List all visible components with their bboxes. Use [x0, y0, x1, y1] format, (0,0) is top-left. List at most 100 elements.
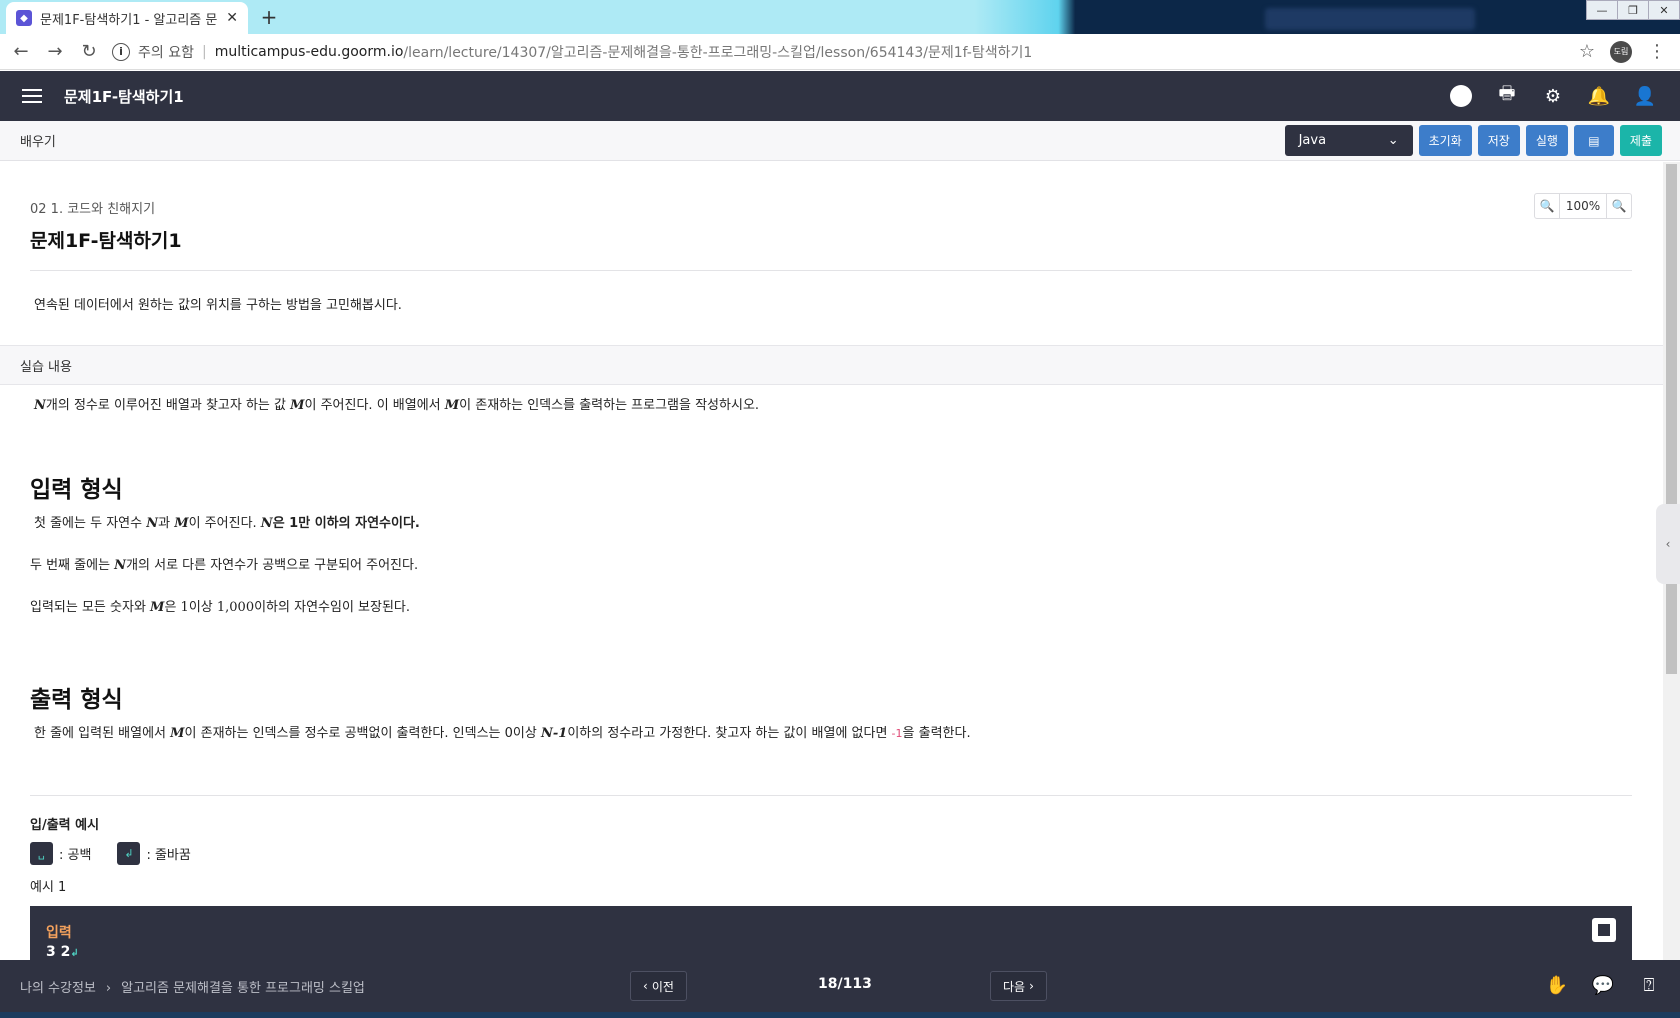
header-icons: i 🖶 ⚙ 🔔 👤 [1450, 71, 1656, 121]
window-controls: — ❐ ✕ [1586, 0, 1680, 20]
scrollbar-thumb[interactable] [1666, 164, 1677, 674]
input-text: 은 [164, 600, 181, 615]
new-tab-button[interactable]: + [256, 6, 282, 30]
panel-button[interactable]: ▤ [1573, 125, 1614, 156]
legend-newline: : 줄바꿈 [146, 848, 191, 863]
os-taskbar [0, 1012, 1680, 1018]
save-button[interactable]: 저장 [1477, 125, 1520, 156]
problem-statement: N개의 정수로 이루어진 배열과 찾고자 하는 값 M이 주어진다. 이 배열에… [34, 394, 759, 413]
language-value: Java [1298, 133, 1327, 148]
input-text: 과 [158, 516, 175, 531]
browser-tab[interactable]: ◆ 문제1F-탐색하기1 - 알고리즘 문 ✕ [6, 2, 248, 34]
user-icon[interactable]: 👤 [1634, 85, 1656, 107]
language-select[interactable]: Java ⌄ [1284, 125, 1413, 156]
input-bold-text: 은 1만 이하의 자연수이다. [272, 516, 420, 531]
output-line: 한 줄에 입력된 배열에서 M이 존재하는 인덱스를 정수로 공백없이 출력한다… [34, 722, 971, 741]
math-m: M [174, 516, 189, 531]
divider [30, 270, 1632, 271]
example-input-box: 입력 3 2↲ [30, 906, 1632, 960]
browser-tab-title: 문제1F-탐색하기1 - 알고리즘 문 [40, 12, 218, 28]
footer-icons: ✋ 💬 ⍰ [1546, 974, 1660, 996]
footer-crumb-mycourses[interactable]: 나의 수강정보 [20, 981, 96, 996]
close-tab-icon[interactable]: ✕ [226, 10, 238, 26]
chevron-left-icon: ‹ [1665, 537, 1671, 551]
profile-avatar[interactable]: 도림 [1610, 40, 1632, 63]
side-panel-toggle[interactable]: ‹ [1656, 504, 1680, 584]
app-title: 문제1F-탐색하기1 [64, 87, 184, 106]
footer-bar: 나의 수강정보 › 알고리즘 문제해결을 통한 프로그래밍 스킬업 ‹ 이전 18/1… [0, 960, 1680, 1012]
prev-button[interactable]: ‹ 이전 [630, 971, 687, 1001]
reload-icon[interactable]: ↻ [76, 39, 102, 65]
footer-crumb-course[interactable]: 알고리즘 문제해결을 통한 프로그래밍 스킬업 [121, 981, 365, 996]
minimize-icon[interactable]: — [1586, 0, 1618, 20]
example-label: 예시 1 [30, 880, 67, 895]
output-text: 이 존재하는 인덱스를 정수로 공백없이 출력한다. 인덱스는 [184, 726, 505, 741]
legend-space: : 공백 [59, 848, 92, 863]
copy-icon[interactable] [1592, 918, 1616, 942]
qa-icon[interactable]: ⍰ [1638, 974, 1660, 996]
math-m: M [170, 726, 185, 741]
submit-button[interactable]: 제출 [1619, 125, 1662, 156]
lesson-title: 문제1F-탐색하기1 [30, 230, 182, 252]
inline-code-negative-one: -1 [891, 727, 903, 740]
learn-label: 배우기 [20, 135, 56, 150]
io-example-label: 입/출력 예시 [30, 818, 100, 833]
output-text: 이하의 정수라고 가정한다. 찾고자 하는 값이 배열에 없다면 [567, 726, 892, 741]
output-number: 0 [504, 726, 513, 741]
url-host: multicampus-edu.goorm.io [214, 43, 404, 60]
menu-icon[interactable] [22, 89, 42, 103]
divider [30, 795, 1632, 796]
chat-icon[interactable]: 💬 [1592, 974, 1614, 996]
input-line-2: 두 번째 줄에는 N개의 서로 다른 자연수가 공백으로 구분되어 주어진다. [30, 554, 418, 573]
chevron-right-icon: › [1029, 979, 1034, 993]
chevron-right-icon: › [105, 980, 112, 996]
back-icon[interactable]: ← [8, 39, 34, 65]
zoom-in-icon[interactable]: 🔍 [1607, 194, 1631, 218]
info-icon[interactable]: i [1450, 85, 1472, 107]
input-text: 두 번째 줄에는 [30, 558, 115, 573]
input-text: 이하의 자연수임이 보장된다. [254, 600, 411, 615]
output-text: 이상 [512, 726, 541, 741]
practice-header-label: 실습 내용 [20, 359, 72, 375]
math-n: N [114, 558, 127, 573]
app-header: 문제1F-탐색하기1 i 🖶 ⚙ 🔔 👤 [0, 71, 1680, 121]
close-window-icon[interactable]: ✕ [1648, 0, 1680, 20]
forward-icon[interactable]: → [42, 39, 68, 65]
page-indicator: 18/113 [818, 976, 872, 992]
zoom-out-icon[interactable]: 🔍 [1535, 194, 1559, 218]
problem-text-2: 이 주어진다. 이 배열에서 [304, 398, 445, 413]
example-input-value: 3 2↲ [46, 944, 79, 960]
input-text: 첫 줄에는 두 자연수 [34, 516, 147, 531]
panel-icon: ▤ [1588, 133, 1600, 148]
math-n: N [146, 516, 159, 531]
browser-menu-icon[interactable]: ⋮ [1648, 41, 1666, 62]
restore-icon[interactable]: ❐ [1617, 0, 1649, 20]
security-warning: 주의 요함 [138, 44, 194, 61]
chevron-left-icon: ‹ [643, 979, 648, 993]
problem-text-1: 개의 정수로 이루어진 배열과 찾고자 하는 값 [45, 398, 291, 413]
address-bar: ← → ↻ i 주의 요함 | multicampus-edu.goorm.io… [0, 34, 1680, 70]
bookmark-star-icon[interactable]: ☆ [1574, 39, 1600, 65]
chevron-down-icon: ⌄ [1387, 133, 1399, 148]
raise-hand-icon[interactable]: ✋ [1546, 974, 1568, 996]
run-button[interactable]: 실행 [1525, 125, 1568, 156]
bell-icon[interactable]: 🔔 [1588, 85, 1610, 107]
practice-section-header: 실습 내용 [0, 345, 1663, 385]
url-field[interactable]: i 주의 요함 | multicampus-edu.goorm.io /lear… [112, 37, 1574, 67]
math-n-minus-1: N-1 [540, 726, 568, 741]
space-symbol-icon: ␣ [30, 842, 53, 865]
reset-button[interactable]: 초기화 [1418, 125, 1472, 156]
math-m: M [150, 600, 165, 615]
next-button[interactable]: 다음 › [990, 971, 1047, 1001]
input-line-1: 첫 줄에는 두 자연수 N과 M이 주어진다. N은 1만 이하의 자연수이다. [34, 512, 420, 531]
lesson-content: 02 1. 코드와 친해지기 🔍 100% 🔍 문제1F-탐색하기1 연속된 데… [0, 162, 1663, 960]
input-text: 개의 서로 다른 자연수가 공백으로 구분되어 주어진다. [126, 558, 419, 573]
gear-icon[interactable]: ⚙ [1542, 85, 1564, 107]
input-heading: 입력 형식 [30, 477, 123, 503]
output-text: 을 출력한다. [902, 726, 971, 741]
lesson-toolbar: 배우기 Java ⌄ 초기화 저장 실행 ▤ 제출 [0, 121, 1680, 161]
newline-mark-icon: ↲ [70, 948, 79, 959]
toolbar-actions: Java ⌄ 초기화 저장 실행 ▤ 제출 [1284, 125, 1662, 156]
print-icon[interactable]: 🖶 [1496, 83, 1518, 107]
info-icon[interactable]: i [112, 42, 130, 61]
